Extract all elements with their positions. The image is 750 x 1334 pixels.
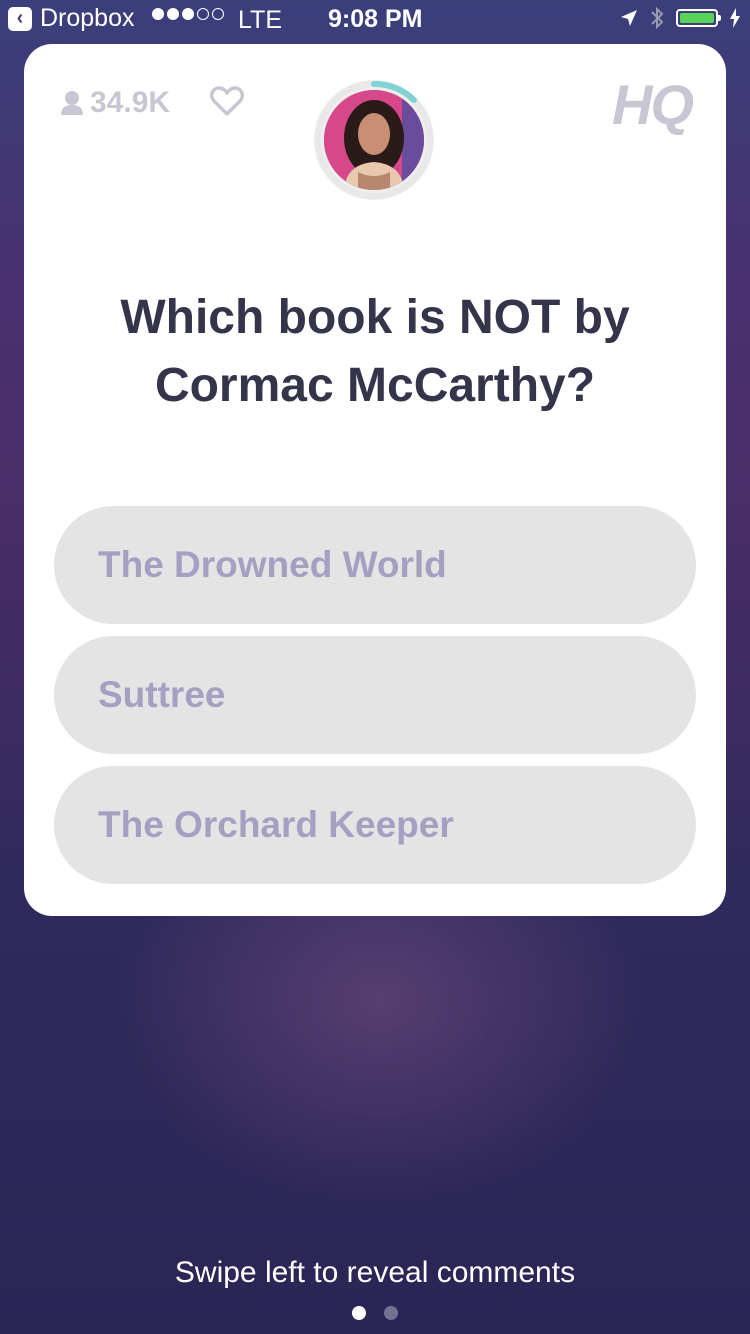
signal-dot bbox=[167, 8, 179, 20]
page-dot-inactive bbox=[384, 1306, 398, 1320]
person-icon bbox=[61, 91, 83, 115]
network-type: LTE bbox=[238, 6, 282, 34]
answer-label: The Orchard Keeper bbox=[98, 804, 454, 845]
heart-icon[interactable] bbox=[210, 86, 244, 116]
answer-option-3[interactable]: The Orchard Keeper bbox=[54, 766, 696, 884]
answer-option-2[interactable]: Suttree bbox=[54, 636, 696, 754]
bluetooth-icon bbox=[651, 6, 664, 30]
location-arrow-icon bbox=[621, 10, 637, 26]
hq-logo: HQ bbox=[612, 73, 694, 136]
back-to-app-button[interactable]: ‹ Dropbox bbox=[8, 4, 135, 33]
clock: 9:08 PM bbox=[328, 5, 423, 33]
charging-bolt-icon bbox=[730, 8, 740, 28]
viewer-count: 34.9K bbox=[60, 86, 170, 120]
answer-label: Suttree bbox=[98, 674, 226, 715]
back-app-label: Dropbox bbox=[40, 4, 135, 32]
battery-fill bbox=[680, 13, 714, 23]
answer-option-1[interactable]: The Drowned World bbox=[54, 506, 696, 624]
signal-dot bbox=[197, 8, 209, 20]
question-text: Which book is NOT by Cormac McCarthy? bbox=[120, 291, 630, 412]
status-bar: ‹ Dropbox LTE 9:08 PM bbox=[0, 0, 750, 40]
host-photo bbox=[324, 90, 424, 190]
swipe-hint: Swipe left to reveal comments bbox=[174, 1256, 576, 1289]
page-dot-active bbox=[352, 1306, 366, 1320]
answer-label: The Drowned World bbox=[98, 544, 447, 585]
signal-dot bbox=[182, 8, 194, 20]
signal-strength-icon bbox=[152, 8, 224, 20]
host-avatar bbox=[314, 80, 434, 200]
page-indicator[interactable] bbox=[0, 1306, 750, 1320]
status-icons bbox=[620, 6, 740, 30]
question-card: 34.9K HQ Which book is NOT by Cormac McC… bbox=[24, 44, 726, 916]
signal-dot bbox=[212, 8, 224, 20]
signal-dot bbox=[152, 8, 164, 20]
back-chevron-icon: ‹ bbox=[8, 6, 32, 31]
battery-icon bbox=[676, 9, 721, 27]
viewer-count-value: 34.9K bbox=[90, 86, 171, 119]
